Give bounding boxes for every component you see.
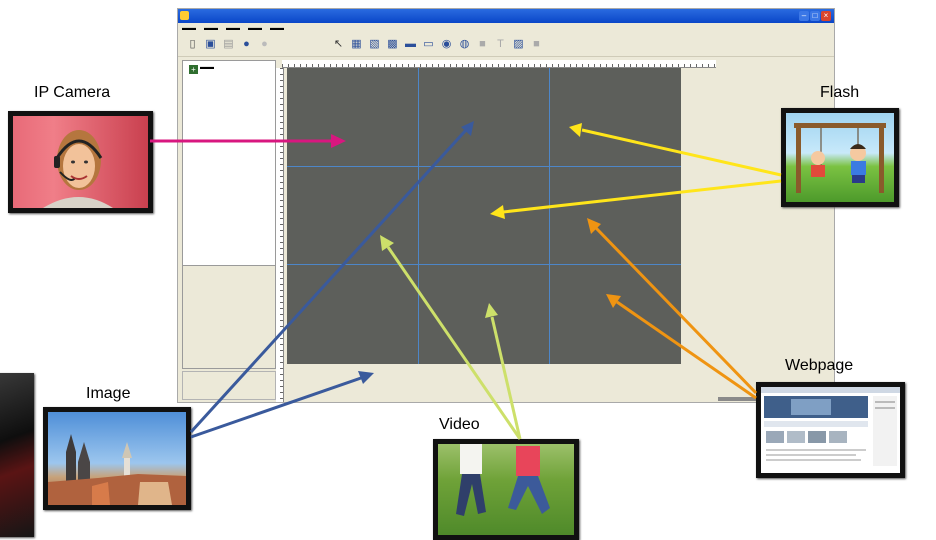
webpage-arrow-to-lower — [606, 294, 757, 400]
video-arrow-to-left — [380, 235, 522, 440]
image-arrow-to-top — [189, 121, 474, 434]
flash-arrow-to-top-right — [569, 123, 782, 177]
video-arrow-to-up — [485, 303, 522, 440]
ip-camera-arrow — [150, 134, 346, 148]
arrows-layer — [150, 121, 782, 440]
flash-arrow-to-center — [490, 179, 782, 219]
